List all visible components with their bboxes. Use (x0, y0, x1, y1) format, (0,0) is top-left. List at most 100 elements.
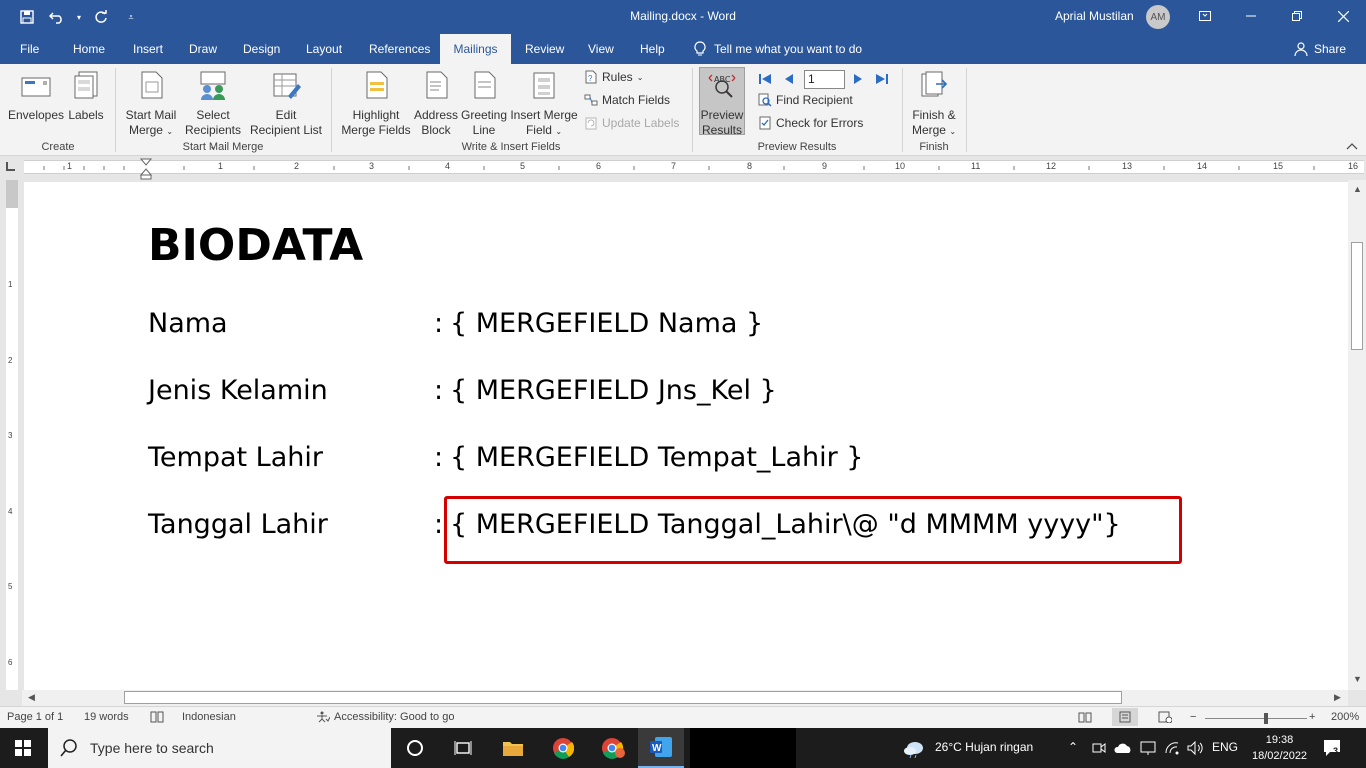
insert-merge-field-button[interactable]: Insert Merge Field ⌄ (508, 70, 580, 139)
labels-button[interactable]: Labels (66, 70, 106, 123)
address-block-button[interactable]: Address Block (414, 70, 458, 138)
restore-button[interactable] (1274, 0, 1320, 32)
clock-date: 18/02/2022 (1252, 750, 1308, 762)
vertical-scroll-thumb[interactable] (1351, 242, 1363, 350)
notification-count: 3 (1333, 746, 1339, 756)
accessibility-status[interactable]: Accessibility: Good to go (316, 711, 454, 723)
tab-references[interactable]: References (359, 34, 440, 64)
envelopes-button[interactable]: Envelopes (6, 70, 66, 123)
preview-results-button[interactable]: ABC Preview Results (699, 70, 745, 138)
highlight-merge-fields-button[interactable]: Highlight Merge Fields (338, 70, 414, 138)
zoom-in-button[interactable]: + (1309, 711, 1315, 723)
field-label-tanggal-lahir: Tanggal Lahir (148, 509, 328, 540)
match-fields-button[interactable]: Match Fields (584, 93, 670, 107)
horizontal-scroll-thumb[interactable] (124, 691, 1122, 704)
check-for-errors-button[interactable]: Check for Errors (758, 116, 863, 130)
scroll-right-icon[interactable]: ▶ (1334, 692, 1341, 703)
cortana-button[interactable] (392, 728, 438, 768)
onedrive-icon[interactable] (1114, 742, 1132, 754)
greeting-line-button[interactable]: Greeting Line (458, 70, 510, 138)
minimize-button[interactable] (1228, 0, 1274, 32)
highlight-merge-fields-line2: Merge Fields (341, 123, 411, 137)
find-recipient-button[interactable]: Find Recipient (758, 93, 853, 107)
next-record-icon[interactable] (851, 72, 865, 86)
vertical-scrollbar[interactable]: ▲ ▼ (1348, 180, 1366, 690)
scroll-up-icon[interactable]: ▲ (1353, 184, 1362, 194)
annotation-highlight-box (444, 496, 1182, 564)
first-record-icon[interactable] (758, 72, 772, 86)
chrome-button[interactable] (540, 728, 586, 768)
tab-file[interactable]: File (10, 34, 49, 64)
tell-me-search[interactable]: Tell me what you want to do (694, 34, 862, 64)
document-page[interactable]: BIODATA Nama : { MERGEFIELD Nama } Jenis… (24, 182, 1348, 690)
mergefield-jns-kel[interactable]: { MERGEFIELD Jns_Kel } (450, 375, 777, 406)
tab-home[interactable]: Home (63, 34, 115, 64)
print-layout-button[interactable] (1112, 708, 1138, 726)
collapse-ribbon-icon[interactable] (1346, 142, 1358, 150)
zoom-slider-thumb[interactable] (1264, 713, 1268, 724)
tab-help[interactable]: Help (630, 34, 675, 64)
chevron-down-icon: ⌄ (636, 72, 644, 82)
ribbon-display-options-button[interactable] (1182, 0, 1228, 32)
ruler-number: 10 (895, 161, 906, 171)
zoom-out-button[interactable]: − (1190, 711, 1196, 723)
tab-review[interactable]: Review (515, 34, 574, 64)
file-explorer-button[interactable] (490, 728, 536, 768)
user-name[interactable]: Aprial Mustilan (1055, 9, 1134, 23)
scroll-left-icon[interactable]: ◀ (28, 692, 35, 703)
chevron-down-icon: ⌄ (555, 127, 563, 136)
horizontal-scrollbar[interactable]: ◀ ▶ (22, 690, 1348, 706)
greeting-line-icon (474, 71, 496, 99)
share-button[interactable]: Share (1294, 34, 1346, 64)
notification-center-button[interactable]: 3 (1322, 738, 1344, 758)
previous-record-icon[interactable] (782, 72, 796, 86)
weather-cloud-icon[interactable] (903, 740, 927, 758)
web-layout-button[interactable] (1158, 711, 1172, 723)
chrome-profile-button[interactable] (590, 728, 636, 768)
tab-selector-icon[interactable] (6, 162, 15, 171)
start-mail-merge-button[interactable]: Start Mail Merge ⌄ (122, 70, 180, 139)
read-mode-icon (1078, 712, 1092, 723)
proofing-status[interactable] (150, 711, 164, 723)
input-language[interactable]: ENG (1212, 740, 1238, 754)
start-button[interactable] (0, 728, 46, 768)
wifi-icon[interactable] (1164, 740, 1180, 756)
taskbar-search[interactable]: Type here to search (48, 728, 391, 768)
tab-view[interactable]: View (578, 34, 624, 64)
indent-marker-icon[interactable] (140, 158, 152, 180)
show-hidden-icons-button[interactable]: ⌃ (1068, 740, 1078, 754)
avatar[interactable]: AM (1146, 5, 1170, 29)
tab-draw[interactable]: Draw (179, 34, 227, 64)
last-record-icon[interactable] (875, 72, 889, 86)
taskbar-clock[interactable]: 19:38 18/02/2022 (1252, 732, 1307, 764)
scroll-down-icon[interactable]: ▼ (1353, 674, 1362, 684)
record-number-input[interactable]: 1 (804, 70, 845, 89)
field-colon: : (434, 509, 444, 540)
windows-logo-icon (15, 740, 31, 756)
tab-design[interactable]: Design (233, 34, 290, 64)
finish-merge-button[interactable]: Finish & Merge ⌄ (908, 70, 960, 139)
word-count[interactable]: 19 words (84, 711, 129, 723)
display-icon[interactable] (1140, 740, 1156, 756)
close-button[interactable] (1320, 0, 1366, 32)
rules-button[interactable]: ? Rules ⌄ (584, 70, 643, 84)
mergefield-nama[interactable]: { MERGEFIELD Nama } (450, 308, 763, 339)
greeting-line-line2: Line (472, 123, 496, 137)
tab-layout[interactable]: Layout (296, 34, 352, 64)
task-view-button[interactable] (440, 728, 486, 768)
word-taskbar-button[interactable]: W (638, 728, 684, 768)
volume-icon[interactable] (1186, 740, 1204, 756)
tab-mailings[interactable]: Mailings (440, 34, 511, 64)
language-status[interactable]: Indonesian (182, 711, 236, 723)
update-labels-button[interactable]: Update Labels (584, 116, 679, 130)
tab-insert[interactable]: Insert (123, 34, 173, 64)
insert-merge-field-line1: Insert Merge (510, 108, 578, 122)
meet-now-icon[interactable] (1092, 741, 1106, 755)
page-count[interactable]: Page 1 of 1 (7, 711, 63, 723)
zoom-slider[interactable] (1205, 718, 1307, 719)
weather-text[interactable]: 26°C Hujan ringan (935, 740, 1033, 754)
zoom-level[interactable]: 200% (1331, 711, 1359, 723)
edit-recipient-list-button[interactable]: Edit Recipient List (248, 70, 324, 138)
read-mode-button[interactable] (1078, 711, 1092, 723)
mergefield-tempat-lahir[interactable]: { MERGEFIELD Tempat_Lahir } (450, 442, 863, 473)
